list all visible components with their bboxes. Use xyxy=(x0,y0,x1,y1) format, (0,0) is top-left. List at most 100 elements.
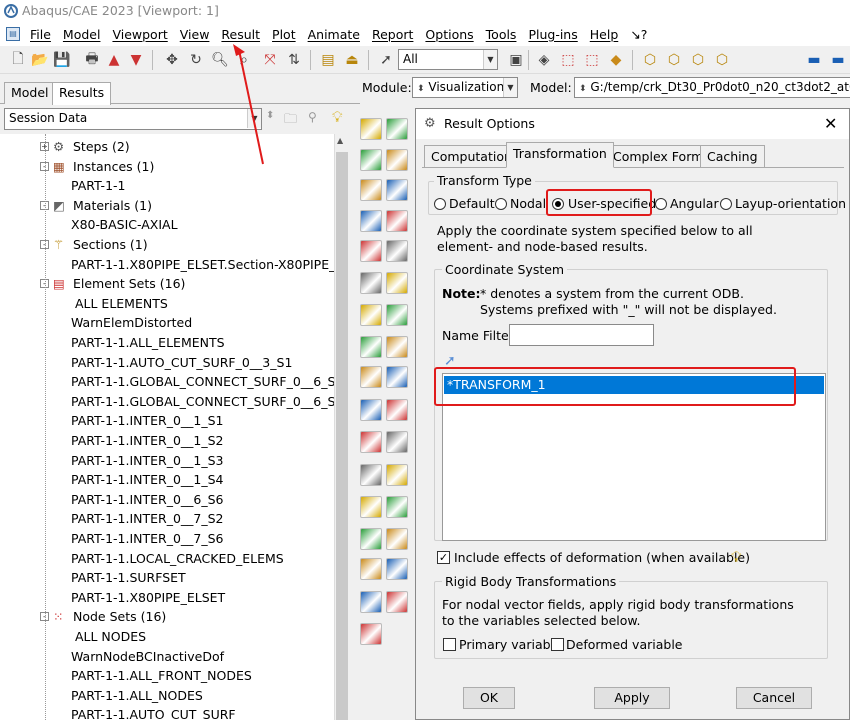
menu-file[interactable]: File xyxy=(24,27,57,42)
filter-options-icon[interactable]: ⚲ xyxy=(308,110,317,124)
menu-plugins[interactable]: Plug-ins xyxy=(522,27,583,42)
toolbox-tool-icon[interactable] xyxy=(386,210,408,232)
tree-item-row[interactable]: PART-1-1.INTER_0__1_S3 xyxy=(71,451,224,470)
lightbulb-icon[interactable]: 💡︎ xyxy=(731,548,742,566)
remove-display-group-icon[interactable]: ⬚ xyxy=(558,50,578,70)
tree-item-row[interactable]: PART-1-1.GLOBAL_CONNECT_SURF_0__6_S1 xyxy=(71,372,343,391)
tree-item-row[interactable]: PART-1-1.AUTO_CUT_SURF_0__3_S1 xyxy=(71,353,292,372)
chevron-down-icon[interactable]: ▼ xyxy=(483,50,497,69)
tree-item-row[interactable]: WarnNodeBCInactiveDof xyxy=(71,647,224,666)
menu-tools[interactable]: Tools xyxy=(480,27,523,42)
hidden-render-icon[interactable]: ⬡ xyxy=(664,50,684,70)
toolbox-tool-icon[interactable] xyxy=(360,336,382,358)
new-file-icon[interactable]: 🗋 xyxy=(8,50,28,70)
pan-icon[interactable]: ✥ xyxy=(162,50,182,70)
toolbox-tool-icon[interactable] xyxy=(386,118,408,140)
tree-item-row[interactable]: PART-1-1.INTER_0__6_S6 xyxy=(71,490,224,509)
menu-plot[interactable]: Plot xyxy=(266,27,302,42)
menu-options[interactable]: Options xyxy=(419,27,479,42)
menu-viewport[interactable]: Viewport xyxy=(106,27,173,42)
tree-item-row[interactable]: PART-1-1.LOCAL_CRACKED_ELEMS xyxy=(71,549,284,568)
toolbox-tool-icon[interactable] xyxy=(386,399,408,421)
wireframe-render-icon[interactable]: ⬡ xyxy=(640,50,660,70)
export-icon[interactable]: ▲ xyxy=(104,50,124,70)
model-combo[interactable]: ⬍ G:/temp/crk_Dt30_Pr0dot0_n20_ct3dot2_a… xyxy=(574,77,850,98)
tree-item-row[interactable]: PART-1-1.ALL_FRONT_NODES xyxy=(71,666,252,685)
tree-item-row[interactable]: PART-1-1.INTER_0__1_S2 xyxy=(71,431,224,450)
tree-item-row[interactable]: PART-1-1.ALL_ELEMENTS xyxy=(71,333,225,352)
tree-item-row[interactable]: PART-1-1.INTER_0__7_S2 xyxy=(71,509,224,528)
tab-model[interactable]: Model xyxy=(4,82,56,104)
shaded-render-icon[interactable]: ◆ xyxy=(606,50,626,70)
toolbox-tool-icon[interactable] xyxy=(386,591,408,613)
toolbox-tool-icon[interactable] xyxy=(386,179,408,201)
radio-angular[interactable] xyxy=(655,198,667,210)
perspective-icon[interactable]: ⏏ xyxy=(342,50,362,70)
toolbox-tool-icon[interactable] xyxy=(386,496,408,518)
tree-item-row[interactable]: PART-1-1 xyxy=(71,176,125,195)
toolbox-tool-icon[interactable] xyxy=(360,240,382,262)
toolbox-tool-icon[interactable] xyxy=(386,272,408,294)
toolbox-tool-icon[interactable] xyxy=(360,210,382,232)
tree-item-row[interactable]: ALL ELEMENTS xyxy=(71,294,168,313)
tree-item-row[interactable]: PART-1-1.SURFSET xyxy=(71,568,186,587)
tree-item-row[interactable]: PART-1-1.INTER_0__1_S4 xyxy=(71,470,224,489)
apply-button[interactable]: Apply xyxy=(594,687,670,709)
toolbox-tool-icon[interactable] xyxy=(360,179,382,201)
session-data-combo[interactable]: Session Data ▼ xyxy=(4,108,262,130)
primary-variable-checkbox[interactable] xyxy=(443,638,456,651)
tab-complex-form[interactable]: Complex Form xyxy=(606,145,711,167)
deformation-checkbox[interactable]: ✓ xyxy=(437,551,450,564)
tab-computation[interactable]: Computation xyxy=(424,145,519,167)
tree-item-row[interactable]: PART-1-1.ALL_NODES xyxy=(71,686,203,705)
rotate-icon[interactable]: ↻ xyxy=(186,50,206,70)
ok-button[interactable]: OK xyxy=(463,687,515,709)
selection-filter-combo[interactable]: All ▼ xyxy=(398,49,498,70)
print-icon[interactable]: 🖶 xyxy=(82,50,102,70)
toolbox-tool-icon[interactable] xyxy=(386,464,408,486)
tree-item-row[interactable]: PART-1-1.GLOBAL_CONNECT_SURF_0__6_S3 xyxy=(71,392,343,411)
menu-model[interactable]: Model xyxy=(57,27,107,42)
tree-scrollbar-thumb[interactable] xyxy=(336,152,348,720)
document-icon[interactable]: ▤ xyxy=(6,27,20,41)
deformed-variable-checkbox[interactable] xyxy=(551,638,564,651)
filled-render-icon[interactable]: ⬡ xyxy=(688,50,708,70)
tree-item-row[interactable]: PART-1-1.AUTO_CUT_SURF xyxy=(71,705,236,720)
toolbox-tool-icon[interactable] xyxy=(386,149,408,171)
tree-item-row[interactable]: PART-1-1.INTER_0__1_S1 xyxy=(71,411,224,430)
toolbox-tool-icon[interactable] xyxy=(386,304,408,326)
whats-this-help-icon[interactable]: ↘? xyxy=(624,27,653,42)
close-icon[interactable]: ✕ xyxy=(824,109,837,139)
tree-item-row[interactable]: ALL NODES xyxy=(71,627,146,646)
shaded-edges-render-icon[interactable]: ⬡ xyxy=(712,50,732,70)
cancel-button[interactable]: Cancel xyxy=(736,687,812,709)
toolbox-tool-icon[interactable] xyxy=(360,118,382,140)
lightbulb-icon[interactable]: 💡︎ xyxy=(332,108,343,126)
selection-options-icon[interactable]: ▣ xyxy=(506,50,526,70)
filter-folder-icon[interactable]: 🗀 xyxy=(284,110,297,132)
toolbox-tool-icon[interactable] xyxy=(360,431,382,453)
viewport-cascade-icon[interactable]: ▬ xyxy=(826,50,850,70)
tree-item-row[interactable]: PART-1-1.X80PIPE_ELSET xyxy=(71,588,225,607)
toolbox-tool-icon[interactable] xyxy=(386,558,408,580)
tree-item-row[interactable]: WarnElemDistorted xyxy=(71,313,192,332)
import-icon[interactable]: ▼ xyxy=(126,50,146,70)
replace-display-group-icon[interactable]: ⬚ xyxy=(582,50,602,70)
toolbox-tool-icon[interactable] xyxy=(360,366,382,388)
toolbox-tool-icon[interactable] xyxy=(360,399,382,421)
toolbox-tool-icon[interactable] xyxy=(360,528,382,550)
module-combo[interactable]: ⬍ Visualization ▼ xyxy=(412,77,518,98)
toolbox-tool-icon[interactable] xyxy=(386,240,408,262)
radio-nodal[interactable] xyxy=(495,198,507,210)
name-filter-input[interactable] xyxy=(509,324,654,346)
toolbox-tool-icon[interactable] xyxy=(360,272,382,294)
open-file-icon[interactable]: 📂 xyxy=(30,50,50,70)
toolbox-tool-icon[interactable] xyxy=(386,366,408,388)
view-toolbar-icon[interactable]: ▤ xyxy=(318,50,338,70)
tree-item-row[interactable]: X80-BASIC-AXIAL xyxy=(71,215,178,234)
tree-item-row[interactable]: PART-1-1.INTER_0__7_S6 xyxy=(71,529,224,548)
toolbox-tool-icon[interactable] xyxy=(360,623,382,645)
radio-default[interactable] xyxy=(434,198,446,210)
toolbox-tool-icon[interactable] xyxy=(386,336,408,358)
create-display-group-icon[interactable]: ◈ xyxy=(534,50,554,70)
